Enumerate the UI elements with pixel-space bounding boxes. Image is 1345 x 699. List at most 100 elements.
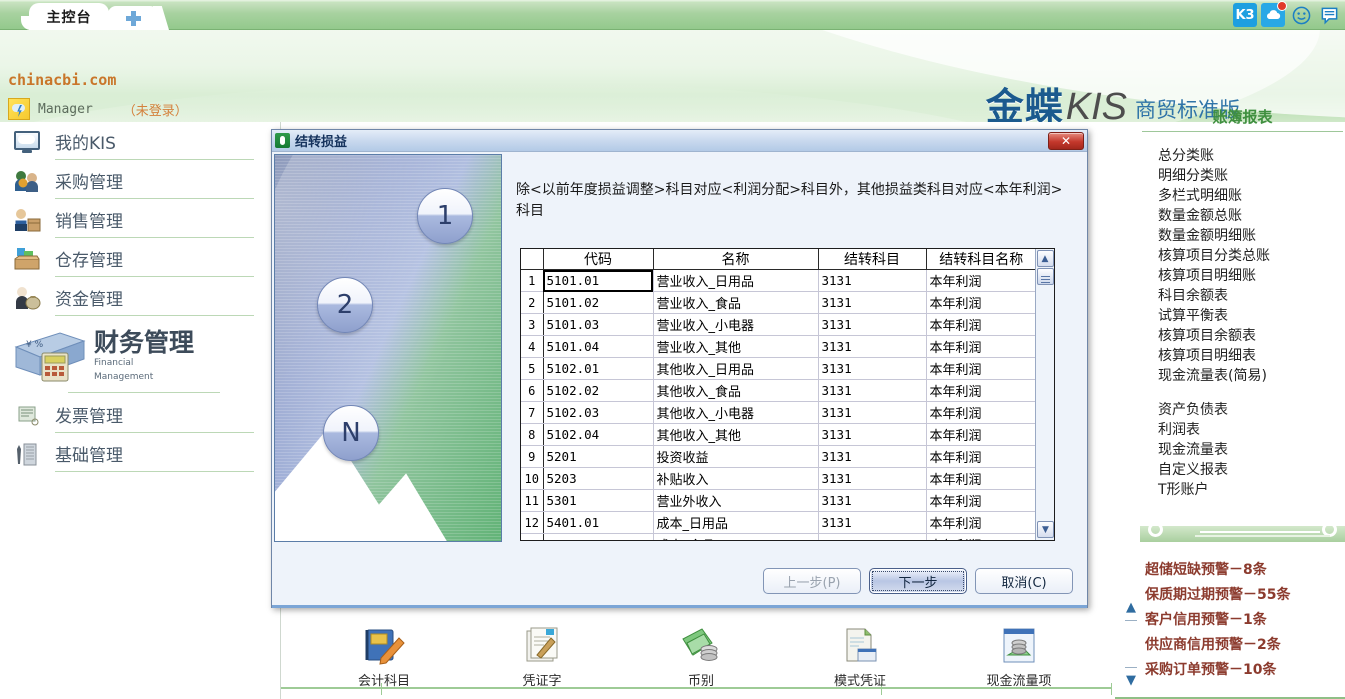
cell-code[interactable]: 5101.01	[543, 270, 653, 292]
table-row[interactable]: 9 5201 投资收益 3131 本年利润	[521, 446, 1036, 468]
cell-code[interactable]: 5101.04	[543, 336, 653, 358]
sidebar-item-purchase[interactable]: 采购管理	[0, 161, 280, 200]
table-row[interactable]: 1 5101.01 营业收入_日用品 3131 本年利润	[521, 270, 1036, 292]
cell-carry-subject-name[interactable]: 本年利润	[926, 292, 1036, 314]
report-link[interactable]: 数量金额总账	[1158, 206, 1345, 226]
cell-name[interactable]: 营业收入_小电器	[653, 314, 818, 336]
cell-code[interactable]: 5201	[543, 446, 653, 468]
grid-scrollbar[interactable]: ▲ ▼	[1035, 249, 1054, 540]
cell-carry-subject[interactable]: 3131	[818, 336, 926, 358]
sidebar-item-funds[interactable]: 资金管理	[0, 278, 280, 317]
report-link[interactable]: 科目余额表	[1158, 286, 1345, 306]
close-icon[interactable]: ✕	[1048, 132, 1084, 150]
toolbar-item-accounting-subject[interactable]: 会计科目	[324, 625, 444, 689]
k3-icon[interactable]: K3	[1233, 3, 1257, 27]
report-link[interactable]: 现金流量表	[1158, 440, 1345, 460]
report-link[interactable]: 核算项目余额表	[1158, 326, 1345, 346]
cell-name[interactable]: 其他收入_其他	[653, 424, 818, 446]
toolbar-item-cashflow[interactable]: 现金流量项	[959, 625, 1079, 689]
alert-item[interactable]: 超储短缺预警－8条	[1145, 558, 1290, 583]
cell-carry-subject[interactable]: 3131	[818, 402, 926, 424]
next-step-button[interactable]: 下一步	[869, 568, 967, 594]
cell-code[interactable]: 5102.03	[543, 402, 653, 424]
report-link[interactable]: T形账户	[1158, 480, 1345, 500]
table-row[interactable]: 12 5401.01 成本_日用品 3131 本年利润	[521, 512, 1036, 534]
chat-icon[interactable]	[1317, 3, 1341, 27]
alert-item[interactable]: 保质期过期预警－55条	[1145, 583, 1290, 608]
table-row[interactable]: 10 5203 补贴收入 3131 本年利润	[521, 468, 1036, 490]
cell-code[interactable]: 5102.01	[543, 358, 653, 380]
report-link[interactable]: 试算平衡表	[1158, 306, 1345, 326]
cell-carry-subject[interactable]: 3131	[818, 534, 926, 542]
table-row[interactable]: 5 5102.01 其他收入_日用品 3131 本年利润	[521, 358, 1036, 380]
report-link[interactable]: 自定义报表	[1158, 460, 1345, 480]
cell-code[interactable]: 5401.02	[543, 534, 653, 542]
sidebar-item-sales[interactable]: 销售管理	[0, 200, 280, 239]
tab-add-button[interactable]	[108, 6, 158, 30]
cell-carry-subject-name[interactable]: 本年利润	[926, 446, 1036, 468]
cell-carry-subject-name[interactable]: 本年利润	[926, 512, 1036, 534]
cell-carry-subject[interactable]: 3131	[818, 424, 926, 446]
alerts-scroller[interactable]: ▲ ▼	[1119, 600, 1143, 695]
cell-code[interactable]: 5203	[543, 468, 653, 490]
cell-carry-subject-name[interactable]: 本年利润	[926, 424, 1036, 446]
cell-code[interactable]: 5102.04	[543, 424, 653, 446]
cell-name[interactable]: 补贴收入	[653, 468, 818, 490]
table-row[interactable]: 4 5101.04 营业收入_其他 3131 本年利润	[521, 336, 1036, 358]
alert-item[interactable]: 供应商信用预警－2条	[1145, 633, 1290, 658]
sidebar-item-inventory[interactable]: 仓存管理	[0, 239, 280, 278]
table-row[interactable]: 2 5101.02 营业收入_食品 3131 本年利润	[521, 292, 1036, 314]
chevron-down-icon[interactable]: ▼	[1119, 673, 1143, 688]
scroll-up-icon[interactable]: ▲	[1037, 250, 1054, 267]
cell-name[interactable]: 其他收入_小电器	[653, 402, 818, 424]
toolbar-item-template-voucher[interactable]: 模式凭证	[800, 625, 920, 689]
alert-item[interactable]: 采购订单预警－10条	[1145, 658, 1290, 683]
sidebar-item-basic[interactable]: 基础管理	[0, 434, 280, 473]
report-link[interactable]: 总分类账	[1158, 146, 1345, 166]
cell-carry-subject-name[interactable]: 本年利润	[926, 270, 1036, 292]
cell-code[interactable]: 5102.02	[543, 380, 653, 402]
table-row[interactable]: 11 5301 营业外收入 3131 本年利润	[521, 490, 1036, 512]
cell-carry-subject[interactable]: 3131	[818, 490, 926, 512]
cell-carry-subject[interactable]: 3131	[818, 512, 926, 534]
table-row[interactable]: 3 5101.03 营业收入_小电器 3131 本年利润	[521, 314, 1036, 336]
cell-carry-subject-name[interactable]: 本年利润	[926, 358, 1036, 380]
sidebar-item-invoice[interactable]: 发票管理	[0, 395, 280, 434]
report-link[interactable]: 资产负债表	[1158, 400, 1345, 420]
report-link[interactable]: 核算项目明细表	[1158, 346, 1345, 366]
toolbar-item-currency[interactable]: 币别	[641, 625, 761, 689]
report-link[interactable]: 多栏式明细账	[1158, 186, 1345, 206]
cell-name[interactable]: 投资收益	[653, 446, 818, 468]
col-header-carry-subject-name[interactable]: 结转科目名称	[926, 249, 1036, 270]
cell-carry-subject-name[interactable]: 本年利润	[926, 380, 1036, 402]
chevron-up-icon[interactable]: ▲	[1119, 600, 1143, 615]
cell-carry-subject-name[interactable]: 本年利润	[926, 314, 1036, 336]
report-link[interactable]: 数量金额明细账	[1158, 226, 1345, 246]
col-header-code[interactable]: 代码	[543, 249, 653, 270]
report-link[interactable]: 现金流量表(简易)	[1158, 366, 1345, 386]
cloud-icon[interactable]	[1261, 3, 1285, 27]
cell-code[interactable]: 5301	[543, 490, 653, 512]
report-link[interactable]: 明细分类账	[1158, 166, 1345, 186]
table-row[interactable]: 7 5102.03 其他收入_小电器 3131 本年利润	[521, 402, 1036, 424]
table-row[interactable]: 13 5401.02 成本_食品 3131 本年利润	[521, 534, 1036, 542]
col-header-name[interactable]: 名称	[653, 249, 818, 270]
col-header-rownum[interactable]	[521, 249, 543, 270]
scrollbar-thumb[interactable]	[1037, 268, 1054, 285]
cell-name[interactable]: 其他收入_日用品	[653, 358, 818, 380]
cell-carry-subject[interactable]: 3131	[818, 358, 926, 380]
sidebar-item-finance-active[interactable]: ¥ % 财务管理 Financial Management	[0, 317, 280, 395]
cell-carry-subject[interactable]: 3131	[818, 314, 926, 336]
tab-main-console[interactable]: 主控台	[30, 4, 108, 30]
cell-name[interactable]: 成本_食品	[653, 534, 818, 542]
cell-carry-subject-name[interactable]: 本年利润	[926, 534, 1036, 542]
cell-carry-subject-name[interactable]: 本年利润	[926, 402, 1036, 424]
cell-name[interactable]: 其他收入_食品	[653, 380, 818, 402]
report-link[interactable]: 核算项目分类总账	[1158, 246, 1345, 266]
cell-name[interactable]: 营业收入_其他	[653, 336, 818, 358]
sidebar-item-my-kis[interactable]: 我的KIS	[0, 122, 280, 161]
table-row[interactable]: 8 5102.04 其他收入_其他 3131 本年利润	[521, 424, 1036, 446]
cell-name[interactable]: 成本_日用品	[653, 512, 818, 534]
cell-carry-subject-name[interactable]: 本年利润	[926, 490, 1036, 512]
table-row[interactable]: 6 5102.02 其他收入_食品 3131 本年利润	[521, 380, 1036, 402]
